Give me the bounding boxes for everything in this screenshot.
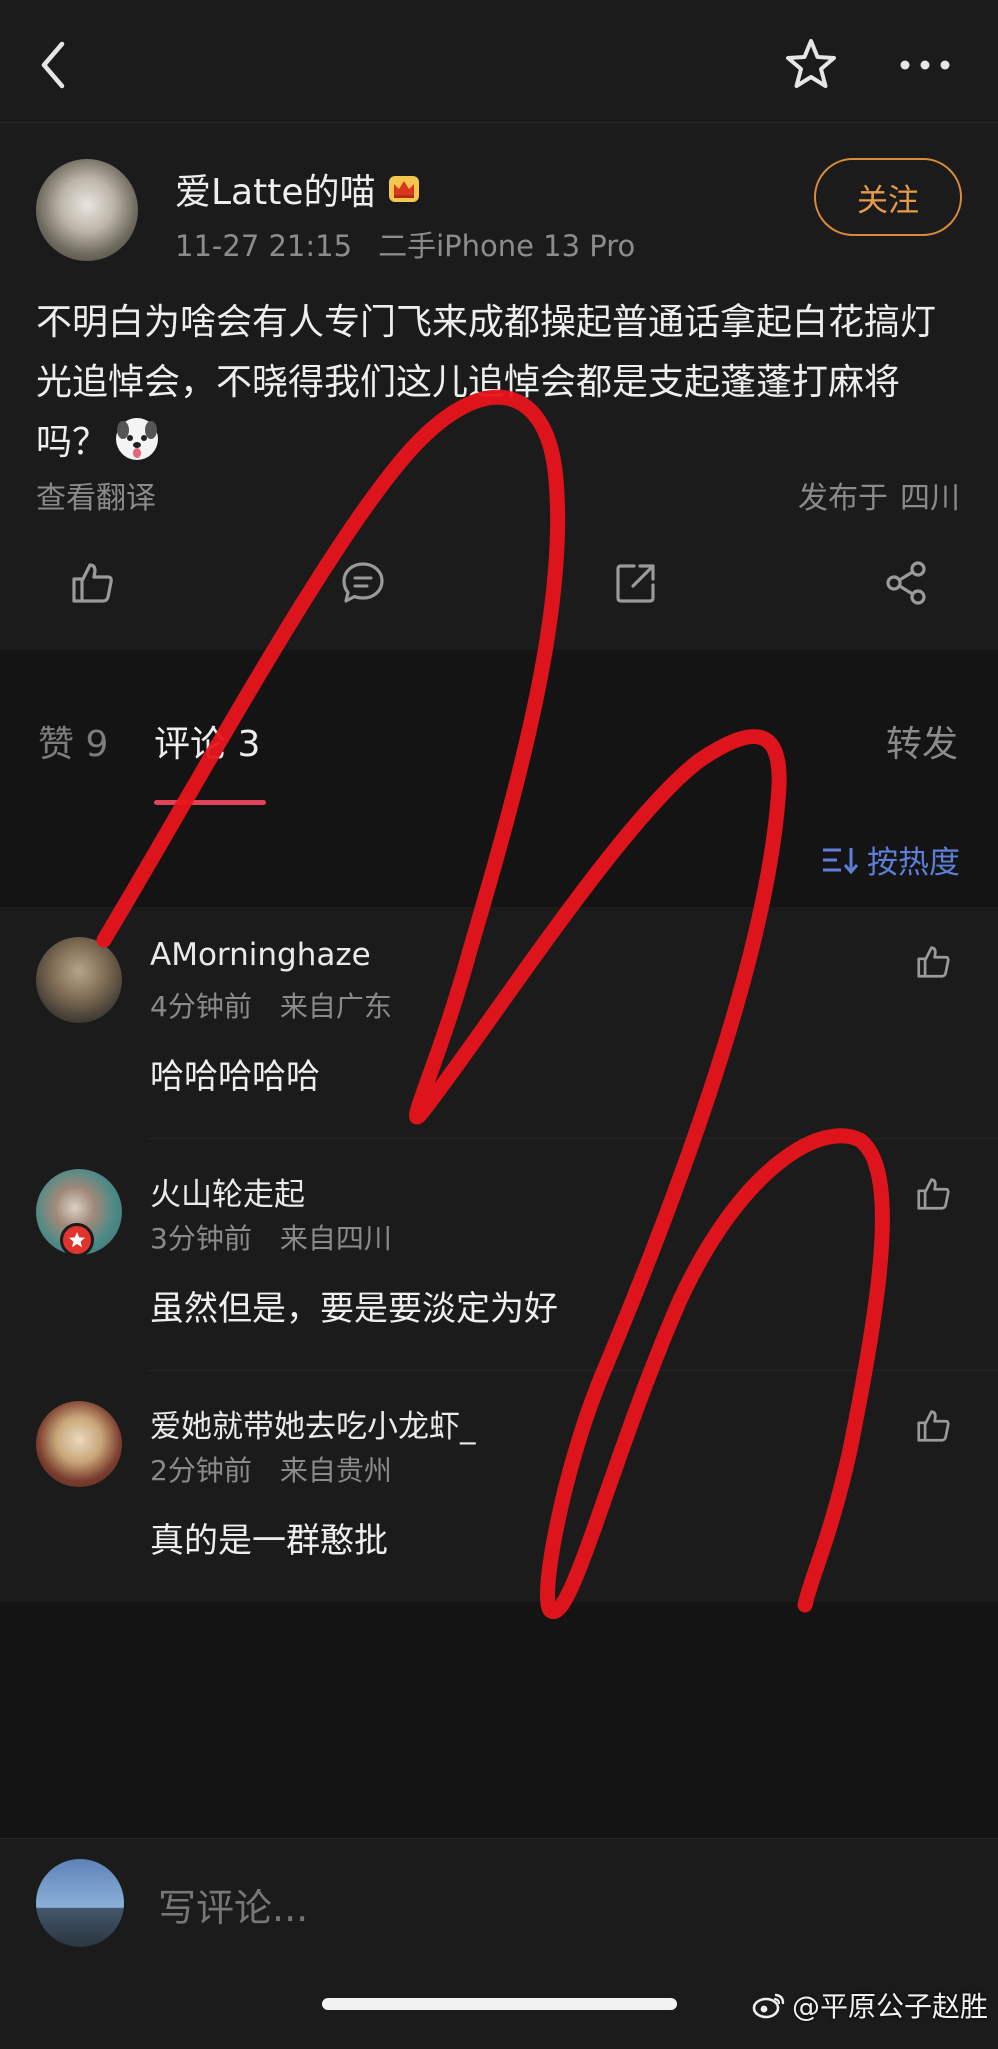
comment-item: AMorninghaze 4分钟前 来自广东 哈哈哈哈哈 (0, 907, 998, 1139)
top-bar (0, 0, 998, 123)
comment-item: 爱她就带她去吃小龙虾_ 2分钟前 来自贵州 真的是一群憨批 (0, 1371, 998, 1603)
favorite-button[interactable] (776, 30, 846, 100)
share-icon (886, 561, 926, 605)
star-badge-icon (69, 1232, 85, 1248)
comment-time: 2分钟前 (150, 1454, 252, 1487)
comment-text: 真的是一群憨批 (150, 1521, 388, 1561)
commenter-name[interactable]: AMorninghaze (150, 937, 371, 973)
comment-like-button[interactable] (908, 1401, 958, 1451)
comment-like-button[interactable] (908, 937, 958, 987)
commenter-avatar[interactable] (36, 937, 122, 1023)
comment-region: 来自四川 (279, 1222, 392, 1255)
more-icon (900, 60, 950, 70)
verified-badge (60, 1223, 94, 1257)
star-icon (786, 39, 836, 88)
location-prefix: 发布于 (798, 481, 888, 516)
comment-item: 火山轮走起 3分钟前 来自四川 虽然但是，要是要淡定为好 (0, 1139, 998, 1371)
watermark: @平原公子赵胜 (752, 1985, 988, 2025)
empty-area (0, 1602, 998, 1838)
comment-text: 虽然但是，要是要淡定为好 (150, 1289, 558, 1329)
watermark-text: @平原公子赵胜 (791, 1990, 988, 2023)
like-icon (917, 1178, 950, 1210)
commenter-name[interactable]: 火山轮走起 (150, 1169, 305, 1214)
comment-time: 3分钟前 (150, 1222, 252, 1255)
repost-icon (616, 564, 655, 603)
translate-link[interactable]: 查看翻译 (36, 473, 156, 517)
tab-reposts[interactable]: 转发 (886, 715, 958, 767)
commenter-name[interactable]: 爱她就带她去吃小龙虾_ (150, 1401, 476, 1446)
active-tab-indicator (154, 800, 266, 805)
location-value: 四川 (900, 481, 960, 516)
post-location: 发布于 四川 (798, 473, 960, 517)
comment-region: 来自广东 (279, 990, 392, 1023)
comment-time: 4分钟前 (150, 990, 252, 1023)
home-indicator[interactable] (322, 1998, 677, 2010)
comment-button[interactable] (333, 553, 393, 613)
comment-meta: 2分钟前 来自贵州 (150, 1449, 392, 1489)
sort-icon (823, 847, 859, 874)
crown-icon (388, 176, 419, 202)
back-icon (41, 41, 65, 89)
dog-emoji-icon (116, 418, 159, 460)
author-avatar[interactable] (36, 159, 138, 261)
post-body: 不明白为啥会有人专门飞来成都操起普通话拿起白花搞灯光追悼会，不晓得我们这儿追悼会… (36, 293, 966, 473)
comment-input[interactable]: 写评论... (158, 1877, 308, 1932)
page: 爱Latte的喵 11-27 21:15 二手iPhone 13 Pro 关注 不… (0, 0, 998, 2049)
post-card: 爱Latte的喵 11-27 21:15 二手iPhone 13 Pro 关注 不… (0, 123, 998, 650)
author-name-text: 爱Latte的喵 (175, 172, 376, 213)
like-icon (917, 946, 950, 978)
comment-like-button[interactable] (908, 1169, 958, 1219)
post-device: 二手iPhone 13 Pro (378, 229, 636, 263)
tab-comments[interactable]: 评论 3 (154, 715, 260, 767)
sort-label: 按热度 (867, 845, 960, 881)
commenter-avatar[interactable] (36, 1401, 122, 1487)
tab-likes[interactable]: 赞 9 (38, 715, 108, 767)
sort-toggle[interactable]: 按热度 (821, 837, 960, 882)
comment-icon (342, 562, 384, 603)
comment-region: 来自贵州 (279, 1454, 392, 1487)
repost-button[interactable] (606, 553, 666, 613)
comment-meta: 3分钟前 来自四川 (150, 1217, 392, 1257)
comment-text: 哈哈哈哈哈 (150, 1057, 320, 1097)
weibo-logo-icon (752, 1993, 785, 2019)
more-button[interactable] (890, 30, 960, 100)
post-time: 11-27 21:15 (175, 229, 353, 263)
author-name[interactable]: 爱Latte的喵 (175, 163, 422, 215)
post-meta: 11-27 21:15 二手iPhone 13 Pro (175, 223, 635, 265)
my-avatar[interactable] (36, 1859, 124, 1947)
like-icon (917, 1410, 950, 1442)
comment-meta: 4分钟前 来自广东 (150, 985, 392, 1025)
follow-button[interactable]: 关注 (814, 158, 962, 236)
post-text: 不明白为啥会有人专门飞来成都操起普通话拿起白花搞灯光追悼会，不晓得我们这儿追悼会… (36, 302, 937, 463)
interaction-tabs: 赞 9 评论 3 转发 按热度 (0, 677, 998, 907)
like-button[interactable] (62, 553, 122, 613)
share-button[interactable] (876, 553, 936, 613)
back-button[interactable] (28, 30, 78, 100)
like-icon (72, 563, 113, 603)
